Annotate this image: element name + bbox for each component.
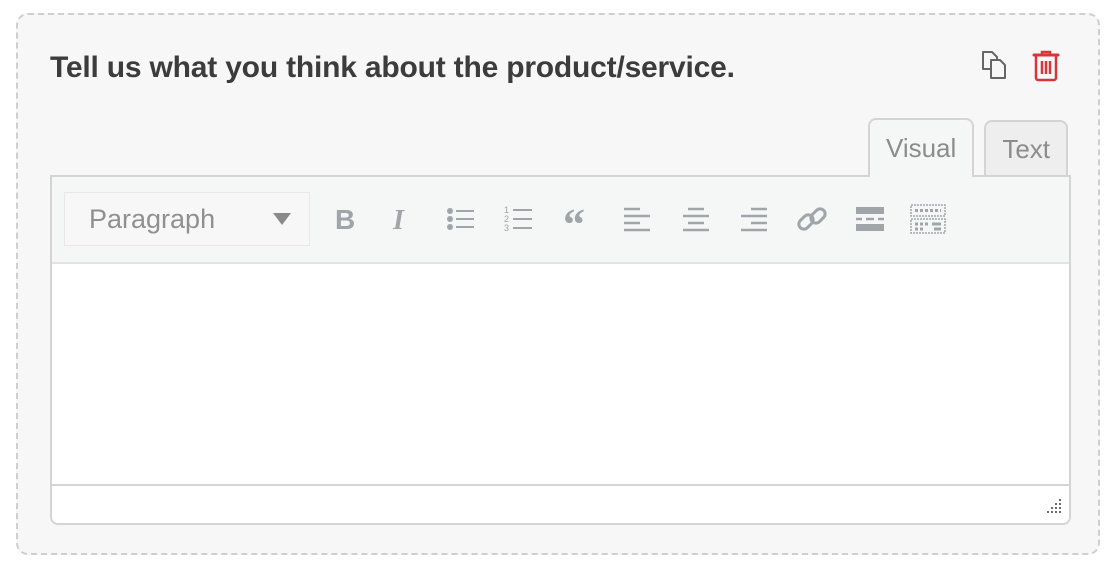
bulleted-list-icon (447, 208, 474, 230)
italic-icon: I (392, 205, 405, 233)
bold-icon: B (335, 205, 355, 233)
link-icon (797, 207, 827, 231)
insert-link-button[interactable] (792, 199, 832, 239)
question-title: Tell us what you think about the product… (50, 51, 735, 84)
editor-content-area[interactable] (52, 264, 1069, 484)
rich-text-editor: Paragraph B I 1 2 3 “ (50, 175, 1071, 525)
keyboard-toolbar-icon (910, 204, 946, 234)
format-select-value: Paragraph (89, 203, 216, 234)
format-select[interactable]: Paragraph (64, 192, 310, 246)
trash-icon (1032, 50, 1060, 82)
toolbar-toggle-button[interactable] (908, 199, 948, 239)
numbered-list-icon: 1 2 3 (504, 205, 532, 233)
bold-button[interactable]: B (325, 199, 365, 239)
caret-down-icon (273, 213, 291, 225)
quote-icon: “ (563, 205, 585, 233)
editor-tabs: Visual Text (867, 118, 1068, 177)
align-center-button[interactable] (676, 199, 716, 239)
tab-visual[interactable]: Visual (867, 118, 975, 177)
editor-toolbar: Paragraph B I 1 2 3 “ (52, 177, 1069, 264)
tab-text[interactable]: Text (984, 120, 1068, 177)
question-card: Tell us what you think about the product… (16, 13, 1100, 555)
svg-text:B: B (335, 205, 355, 233)
duplicate-icon (982, 51, 1006, 79)
read-more-button[interactable] (850, 199, 890, 239)
bulleted-list-button[interactable] (441, 199, 481, 239)
align-left-icon (624, 207, 650, 232)
delete-button[interactable] (1028, 47, 1064, 83)
svg-text:I: I (392, 205, 405, 233)
numbered-list-button[interactable]: 1 2 3 (499, 199, 539, 239)
svg-text:“: “ (563, 205, 585, 233)
svg-text:3: 3 (504, 223, 509, 233)
blockquote-button[interactable]: “ (558, 199, 598, 239)
editor-statusbar (52, 484, 1069, 523)
align-right-icon (741, 207, 767, 232)
align-right-button[interactable] (734, 199, 774, 239)
resize-handle-icon[interactable] (1043, 497, 1063, 517)
question-actions (976, 47, 1064, 83)
align-center-icon (683, 207, 709, 232)
italic-button[interactable]: I (382, 199, 422, 239)
align-left-button[interactable] (617, 199, 657, 239)
read-more-icon (856, 207, 884, 231)
duplicate-button[interactable] (976, 47, 1012, 83)
